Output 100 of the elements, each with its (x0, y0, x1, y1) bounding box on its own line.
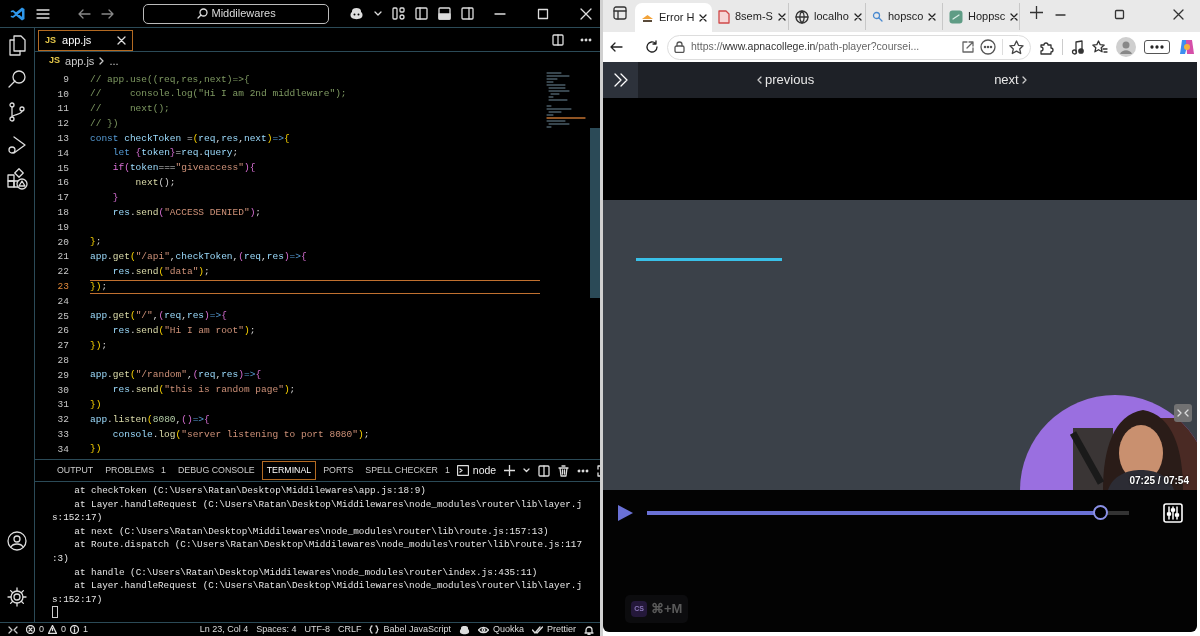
maximize-icon[interactable] (1114, 9, 1125, 20)
panel-tab[interactable]: OUTPUT (52, 460, 99, 481)
music-note-icon[interactable] (1071, 39, 1084, 55)
menu-icon[interactable] (36, 7, 50, 20)
run-debug-icon[interactable] (7, 135, 27, 155)
refresh-icon[interactable] (645, 40, 659, 54)
prettier-status[interactable]: Prettier (532, 622, 576, 636)
plus-icon[interactable] (504, 465, 516, 476)
secondary-sidebar-icon[interactable] (460, 7, 474, 20)
next-link[interactable]: next (988, 69, 1033, 91)
terminal-line: at next (C:\Users\Ratan\Desktop\Middilewares\node_modules\router\lib\route.js:157:13) (73, 524, 550, 539)
browser-tab[interactable]: Error H (635, 3, 712, 32)
new-tab-icon[interactable] (1030, 6, 1043, 20)
browser-tab[interactable]: hopsco (866, 3, 943, 30)
terminal-line: :3) (52, 551, 70, 566)
quokka-status[interactable]: Quokka (477, 622, 524, 636)
panel-tab[interactable]: PORTS (318, 460, 359, 481)
sidebar-expand-button[interactable] (603, 62, 638, 98)
chevron-left-icon (757, 76, 762, 84)
editor-tab[interactable]: JS app.js (38, 30, 134, 51)
previous-link[interactable]: previous (751, 69, 821, 91)
panel-tab[interactable]: SPELL CHECKER 1 (360, 460, 455, 481)
settings-more-button[interactable] (1144, 40, 1170, 54)
remote-icon[interactable] (8, 624, 18, 635)
explorer-icon[interactable] (7, 34, 27, 56)
source-control-icon[interactable] (8, 102, 26, 122)
copilot-icon[interactable] (348, 7, 364, 20)
language-status[interactable]: Babel JavaScript (369, 622, 451, 636)
settings-icon[interactable] (7, 587, 27, 607)
close-icon[interactable] (777, 12, 786, 21)
globe-icon (795, 9, 809, 24)
profile-avatar-icon[interactable] (1116, 37, 1136, 57)
close-icon[interactable] (1173, 9, 1184, 20)
code-line: }); (90, 338, 109, 353)
chevron-down-icon[interactable] (523, 468, 531, 473)
more-circle-icon[interactable] (980, 39, 996, 55)
forward-arrow-icon[interactable] (101, 7, 116, 20)
browser-tab[interactable]: localho (789, 3, 866, 30)
back-arrow-icon[interactable] (77, 7, 92, 20)
command-search-field[interactable]: Middilewares (143, 3, 329, 24)
panel-tab[interactable]: TERMINAL (261, 460, 317, 481)
breadcrumb-item[interactable]: ... (109, 52, 119, 70)
open-in-app-icon[interactable] (962, 41, 974, 53)
slider-thumb[interactable] (1093, 505, 1109, 520)
close-icon[interactable] (928, 12, 937, 21)
chevron-right-icon (1021, 76, 1027, 84)
browser-tab[interactable]: 8sem-S (712, 3, 789, 30)
document-favicon-icon (718, 9, 730, 24)
sidebar-toggle-icon[interactable] (414, 7, 428, 20)
code-line: // }) (90, 116, 120, 131)
line-number: 25 (56, 309, 70, 324)
code-line: app.listen(8080,()=>{ (90, 412, 211, 427)
back-arrow-icon[interactable] (609, 41, 623, 53)
terminal-icon (456, 465, 469, 476)
split-terminal-icon[interactable] (538, 464, 551, 477)
chevron-down-icon[interactable] (373, 10, 382, 17)
equalizer-settings-icon[interactable] (1163, 502, 1183, 523)
panel-tab[interactable]: DEBUG CONSOLE (172, 460, 260, 481)
error-icon (26, 625, 35, 634)
play-icon[interactable] (617, 503, 633, 522)
split-editor-icon[interactable] (552, 33, 564, 46)
close-icon[interactable] (699, 13, 708, 22)
trash-icon[interactable] (558, 464, 570, 477)
problems-status[interactable]: 0 0 1 (26, 622, 89, 636)
more-actions-icon[interactable] (577, 468, 590, 473)
search-icon[interactable] (7, 69, 27, 89)
favorites-icon[interactable] (1092, 39, 1108, 55)
copilot-icon[interactable] (458, 624, 470, 635)
copilot-logo-icon[interactable] (1178, 38, 1196, 56)
star-icon[interactable] (1009, 39, 1024, 55)
terminal-selector[interactable]: node (456, 462, 497, 479)
encoding-status[interactable]: UTF-8 (304, 622, 330, 636)
braces-icon (369, 625, 380, 634)
chevron-right-icon (99, 57, 105, 65)
layout-customize-icon[interactable] (391, 7, 405, 20)
more-actions-icon[interactable] (580, 37, 592, 42)
indentation-status[interactable]: Spaces: 4 (256, 622, 297, 636)
scrollbar-thumb[interactable] (590, 128, 600, 298)
pip-toggle-button[interactable] (1174, 404, 1192, 422)
close-icon[interactable] (853, 12, 862, 21)
panel-tab[interactable]: PROBLEMS 1 (100, 460, 171, 481)
bell-icon[interactable] (584, 624, 594, 635)
cursor-position[interactable]: Ln 23, Col 4 (199, 622, 249, 636)
extensions-warning-icon[interactable] (6, 168, 28, 190)
tab-actions-icon[interactable] (613, 5, 627, 20)
code-line: // app.use((req,res,next)=>{ (90, 72, 251, 87)
line-ending-status[interactable]: CRLF (337, 622, 362, 636)
code-line: console.log("server listening to port 8080"); (111, 427, 371, 442)
code-line: }); (90, 279, 540, 295)
panel-toggle-icon[interactable] (437, 7, 451, 20)
puzzle-icon[interactable] (1039, 39, 1054, 55)
code-line: // console.log("Hi I am 2nd middleware"); (90, 87, 348, 102)
breadcrumb-item[interactable]: app.js (65, 52, 95, 70)
browser-tab[interactable]: Hoppsc (943, 3, 1020, 30)
close-icon[interactable] (1010, 12, 1019, 21)
info-icon (70, 625, 80, 634)
code-line: const checkToken =(req,res,next)=>{ (90, 131, 291, 146)
warning-icon (48, 625, 57, 634)
line-number: 23 (56, 279, 70, 294)
account-icon[interactable] (7, 531, 27, 551)
